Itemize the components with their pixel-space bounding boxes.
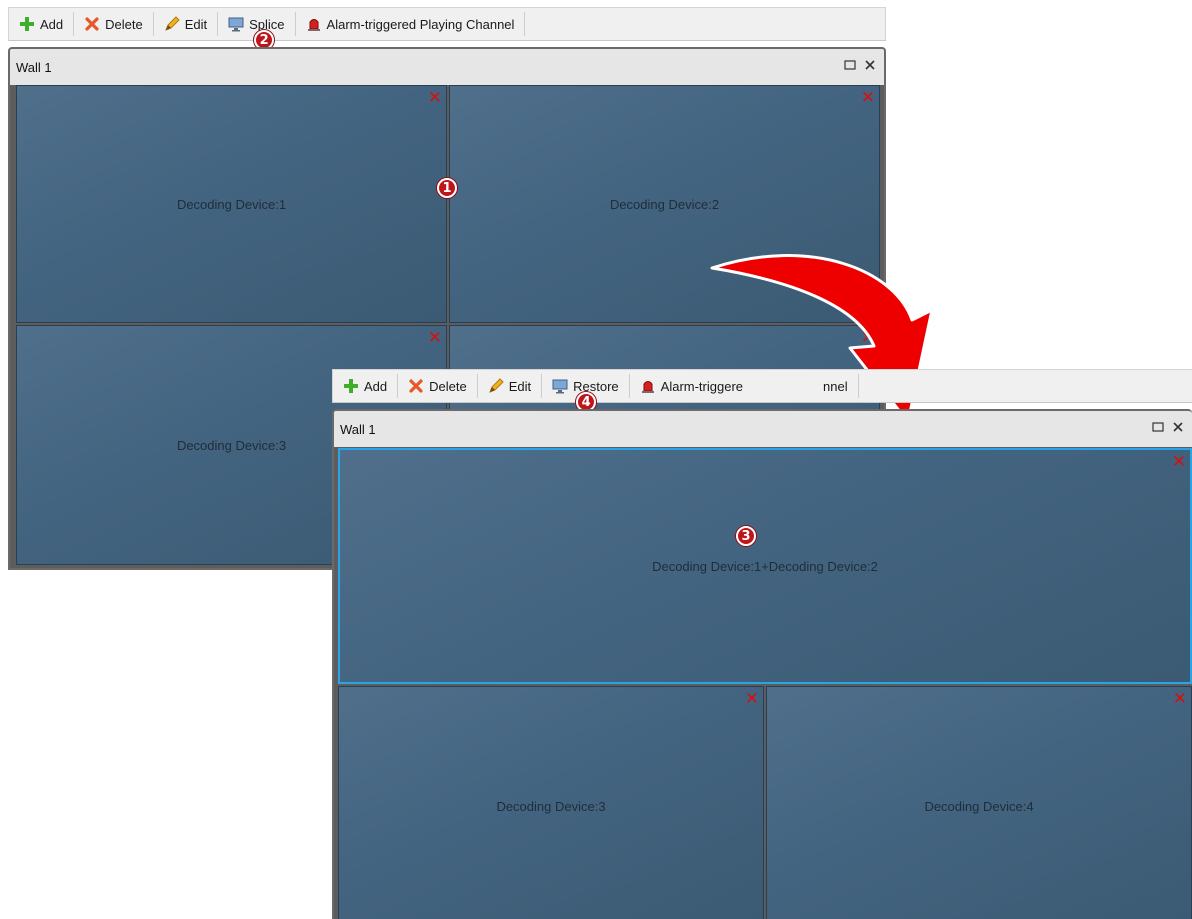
window-title: Wall 1 xyxy=(340,421,376,437)
close-icon[interactable] xyxy=(1170,419,1186,435)
close-icon[interactable] xyxy=(862,57,878,73)
pencil-icon xyxy=(164,16,180,32)
cell-label: Decoding Device:3 xyxy=(176,437,287,453)
add-button[interactable]: Add xyxy=(9,8,73,40)
alarm-light-icon xyxy=(640,378,656,394)
wall-window: Wall 1 Decoding Device:1+Decoding Device… xyxy=(332,409,1192,919)
decoding-device-cell[interactable]: Decoding Device:3 ✕ xyxy=(338,686,764,919)
maximize-icon[interactable] xyxy=(842,57,858,73)
alarm-label: Alarm-triggered Playing Channel xyxy=(326,16,515,32)
cell-close-icon[interactable]: ✕ xyxy=(861,89,875,106)
video-wall-panel-after: Add Delete Edit Restore 4 Alarm-triggere… xyxy=(332,369,1192,919)
cell-close-icon[interactable]: ✕ xyxy=(428,89,442,106)
cell-close-icon[interactable]: ✕ xyxy=(428,329,442,346)
step-badge: 1 xyxy=(437,178,457,198)
cell-label: Decoding Device:1+Decoding Device:2 xyxy=(652,558,878,574)
cell-label: Decoding Device:1 xyxy=(176,196,287,212)
edit-button[interactable]: Edit xyxy=(478,370,541,402)
alarm-label-start: Alarm-triggere xyxy=(660,378,744,394)
edit-label: Edit xyxy=(184,16,208,32)
toolbar: Add Delete Edit Restore 4 Alarm-triggere… xyxy=(332,369,1192,412)
x-icon xyxy=(84,16,100,32)
x-icon xyxy=(408,378,424,394)
window-titlebar: Wall 1 xyxy=(334,411,1192,447)
toolbar: Add Delete Edit Splice 2 Alarm-triggered… xyxy=(8,7,886,50)
cell-close-icon[interactable]: ✕ xyxy=(1172,453,1186,470)
cell-close-icon[interactable]: ✕ xyxy=(745,690,759,707)
monitor-icon xyxy=(228,16,244,32)
cell-close-icon[interactable]: ✕ xyxy=(1173,690,1187,707)
splice-button[interactable]: Splice 2 xyxy=(218,8,294,50)
window-title: Wall 1 xyxy=(16,59,52,75)
add-button[interactable]: Add xyxy=(333,370,397,402)
splice-label: Splice xyxy=(249,16,285,32)
edit-button[interactable]: Edit xyxy=(154,8,217,40)
delete-label: Delete xyxy=(105,16,143,32)
step-badge: 3 xyxy=(736,526,756,546)
edit-label: Edit xyxy=(508,378,532,394)
delete-label: Delete xyxy=(429,378,467,394)
plus-icon xyxy=(19,16,35,32)
alarm-triggered-channel-button[interactable]: Alarm-triggere nnel xyxy=(630,370,858,402)
alarm-label-end: nnel xyxy=(823,378,848,394)
monitor-icon xyxy=(552,378,568,394)
window-titlebar: Wall 1 xyxy=(10,49,884,85)
alarm-light-icon xyxy=(306,16,322,32)
restore-label: Restore xyxy=(573,378,619,394)
cell-label: Decoding Device:2 xyxy=(609,196,720,212)
delete-button[interactable]: Delete xyxy=(398,370,477,402)
plus-icon xyxy=(343,378,359,394)
spliced-decoding-device-cell[interactable]: Decoding Device:1+Decoding Device:2 ✕ 3 xyxy=(338,448,1192,684)
pencil-icon xyxy=(488,378,504,394)
toolbar-divider xyxy=(857,374,859,398)
cell-label: Decoding Device:4 xyxy=(924,798,1034,814)
alarm-triggered-channel-button[interactable]: Alarm-triggered Playing Channel xyxy=(296,8,525,40)
maximize-icon[interactable] xyxy=(1150,419,1166,435)
toolbar-divider xyxy=(524,12,526,36)
restore-button[interactable]: Restore 4 xyxy=(542,370,629,412)
decoding-device-cell[interactable]: Decoding Device:4 ✕ xyxy=(766,686,1192,919)
add-label: Add xyxy=(364,378,388,394)
add-label: Add xyxy=(40,16,64,32)
cell-label: Decoding Device:3 xyxy=(496,798,606,814)
decoding-device-cell[interactable]: Decoding Device:1 ✕ xyxy=(16,85,447,323)
delete-button[interactable]: Delete xyxy=(74,8,153,40)
